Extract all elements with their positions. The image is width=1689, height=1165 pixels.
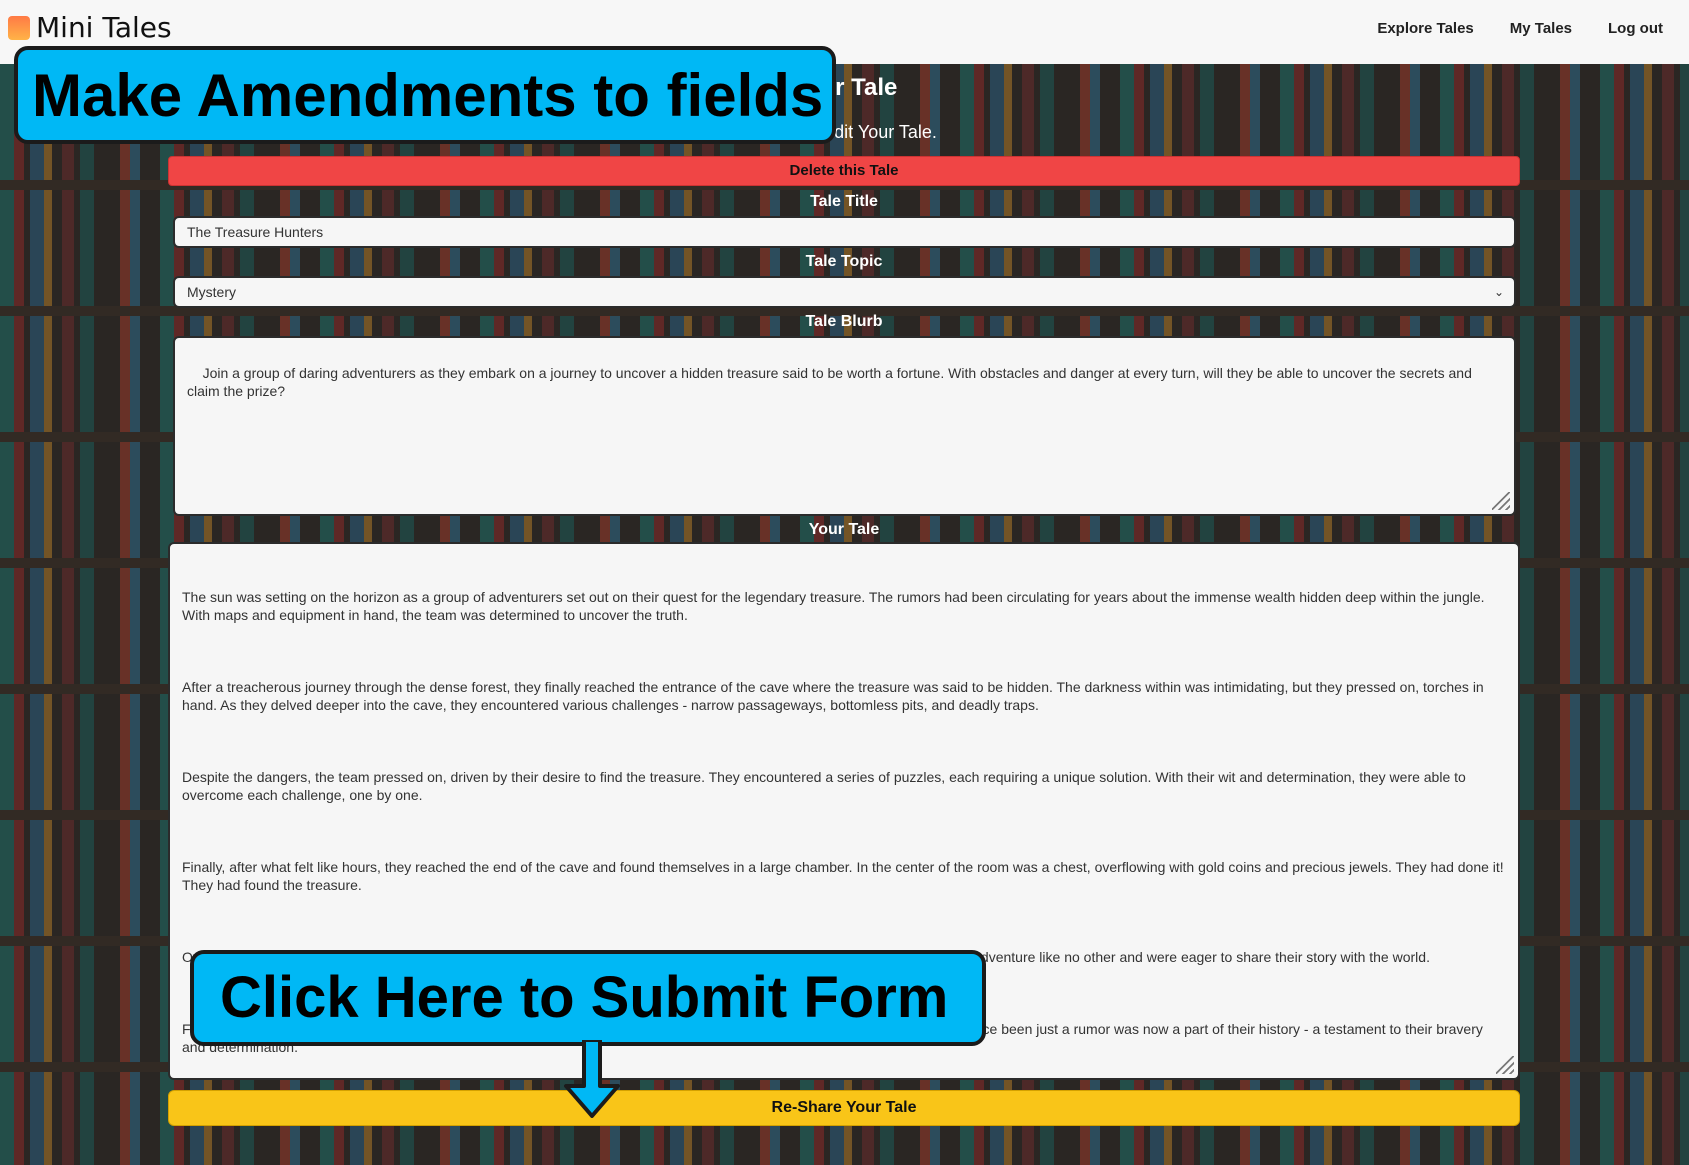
nav-explore-tales[interactable]: Explore Tales [1377,20,1473,37]
tale-paragraph: After a treacherous journey through the … [182,679,1488,713]
tale-topic-label: Tale Topic [805,253,883,270]
your-tale-label: Your Tale [808,521,880,538]
arrow-down-icon [564,1040,620,1118]
tale-blurb-label: Tale Blurb [805,313,883,330]
resize-handle-icon[interactable] [1492,492,1510,510]
submit-form-callout: Click Here to Submit Form [190,950,986,1046]
tale-title-input[interactable]: The Treasure Hunters [173,216,1516,248]
resize-handle-icon[interactable] [1496,1056,1514,1074]
nav-log-out[interactable]: Log out [1608,20,1663,37]
brand[interactable]: Mini Tales [8,12,172,44]
tale-paragraph: The sun was setting on the horizon as a … [182,589,1489,623]
delete-tale-button[interactable]: Delete this Tale [168,156,1520,186]
tale-topic-value: Mystery [187,284,236,300]
book-logo-icon [8,16,30,40]
tale-blurb-text: Join a group of daring adventurers as th… [187,365,1476,399]
tale-blurb-textarea[interactable]: Join a group of daring adventurers as th… [173,336,1516,516]
brand-name: Mini Tales [36,11,172,44]
tale-topic-select[interactable]: Mystery ⌄ [173,276,1516,308]
amend-fields-callout: Make Amendments to fields [14,46,836,144]
chevron-down-icon: ⌄ [1493,285,1504,299]
tale-paragraph: Despite the dangers, the team pressed on… [182,769,1470,803]
tale-paragraph: Finally, after what felt like hours, the… [182,859,1508,893]
nav-my-tales[interactable]: My Tales [1510,20,1572,37]
nav-links: Explore Tales My Tales Log out [1377,20,1663,37]
tale-title-label: Tale Title [810,193,878,210]
